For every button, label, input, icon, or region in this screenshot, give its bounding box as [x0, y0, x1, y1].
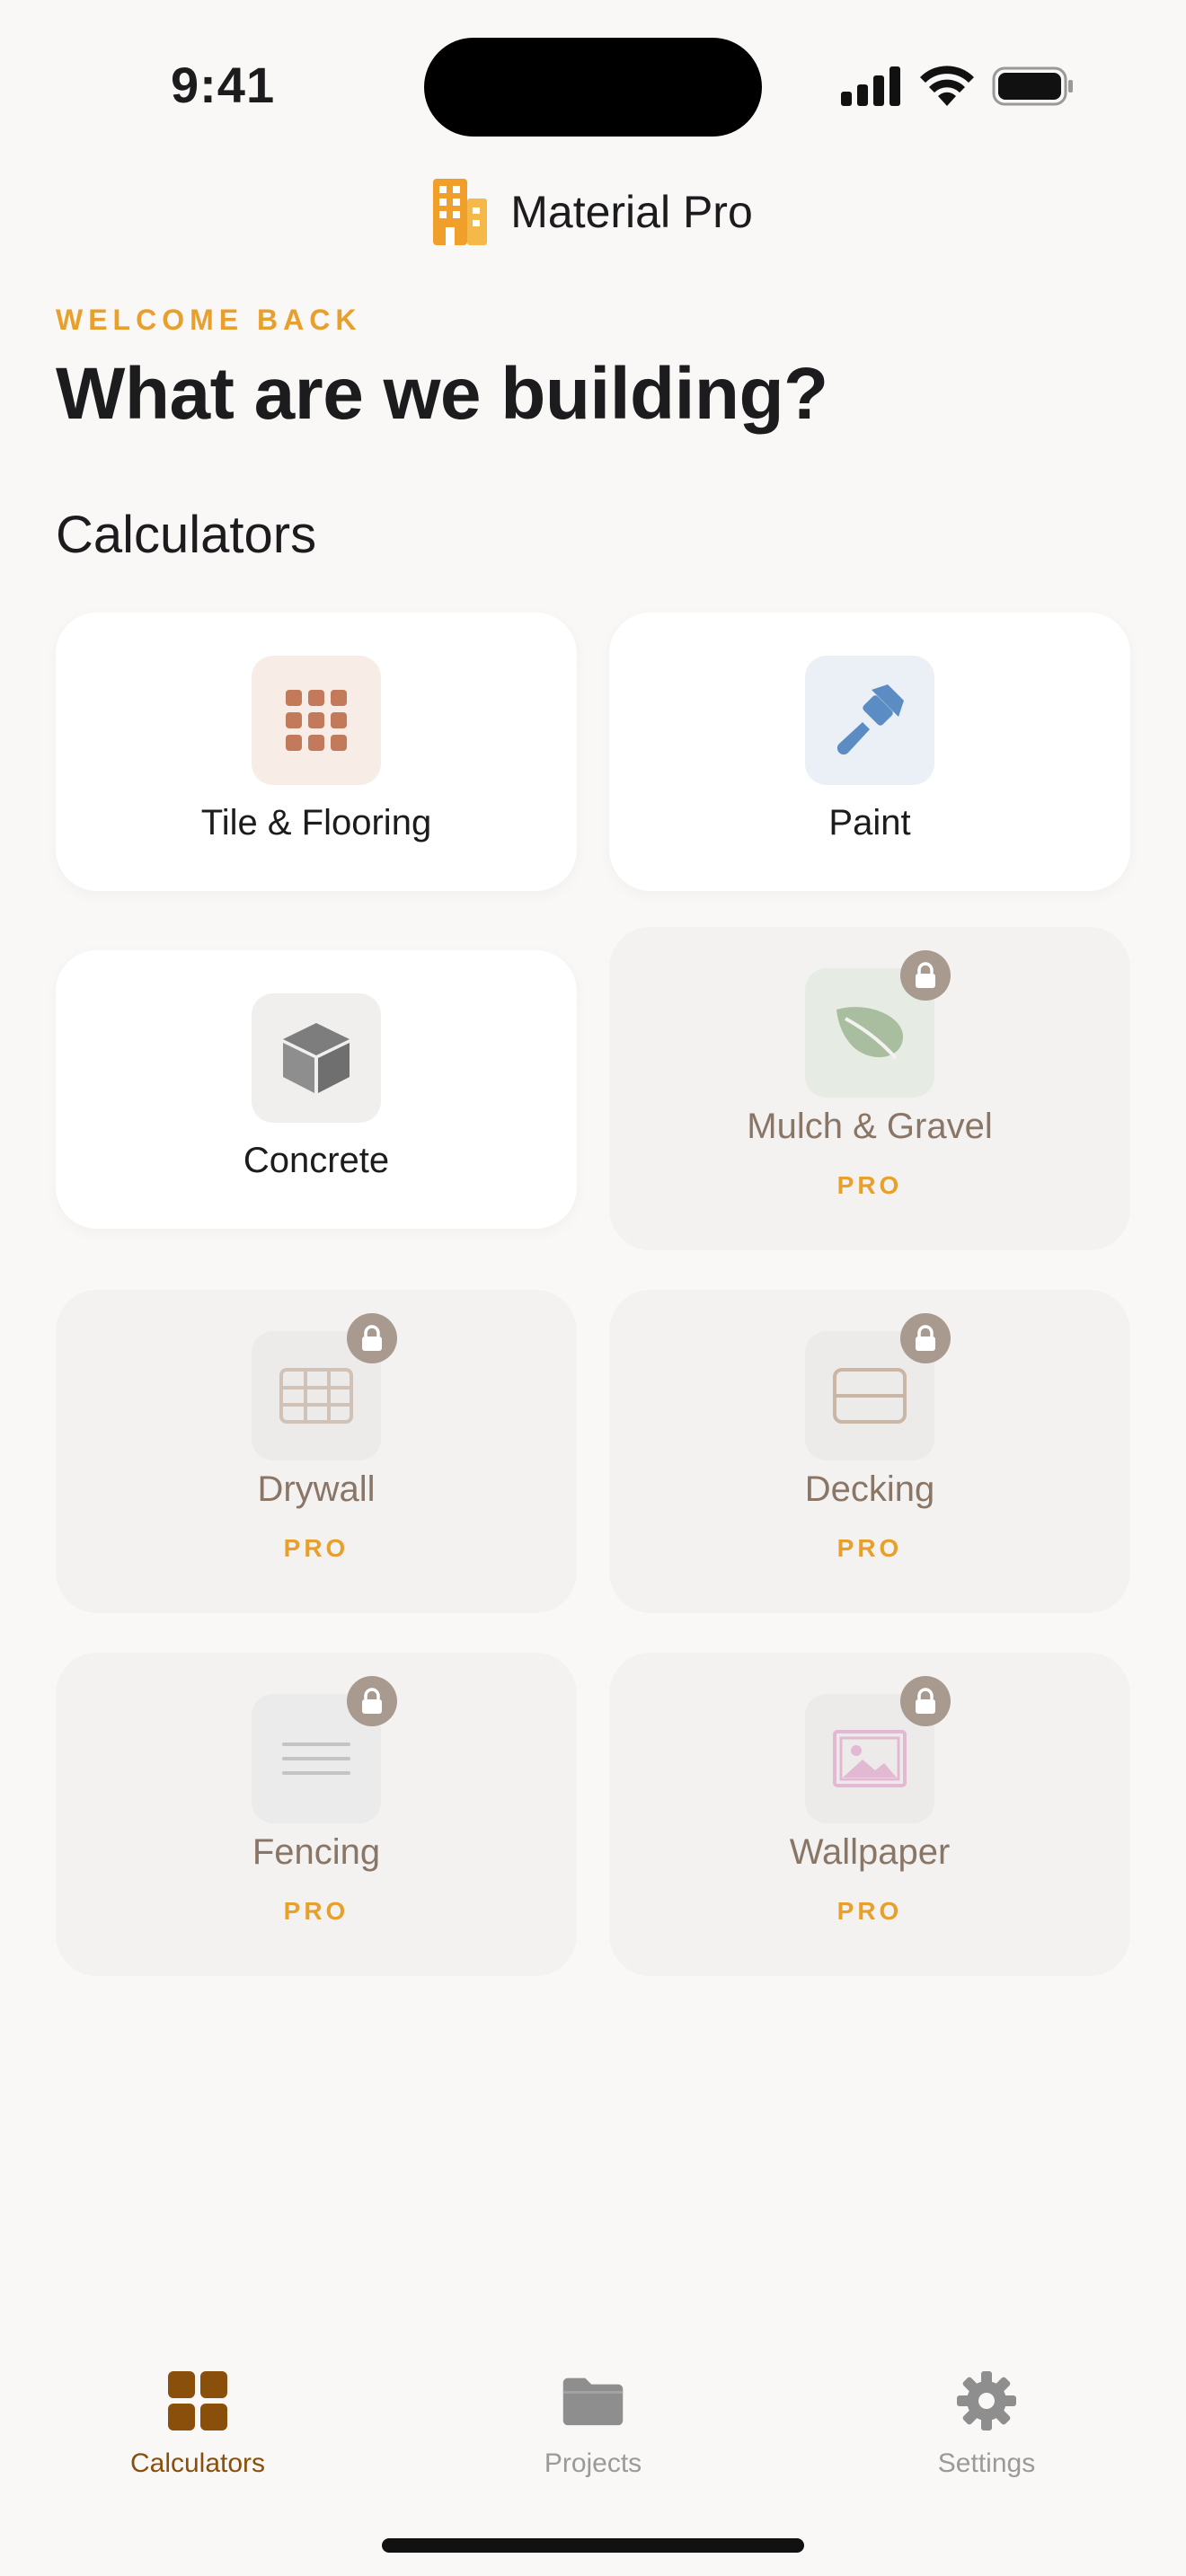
tab-projects[interactable]: Projects	[458, 2369, 728, 2504]
cellular-signal-icon	[841, 66, 902, 106]
lock-icon	[900, 950, 951, 1001]
tab-label: Calculators	[129, 2448, 266, 2478]
app-header: Material Pro	[0, 176, 1186, 248]
tab-label: Settings	[937, 2448, 1036, 2478]
status-bar: 9:41	[0, 0, 1186, 171]
battery-icon	[992, 66, 1073, 106]
status-time: 9:41	[171, 57, 276, 113]
pro-badge: PRO	[283, 1897, 350, 1925]
calculator-card-wallpaper[interactable]: Wallpaper PRO	[609, 1653, 1130, 1976]
calculator-label: Wallpaper	[789, 1832, 951, 1872]
calculator-card-concrete[interactable]: Concrete	[56, 950, 577, 1229]
calculator-label: Fencing	[252, 1832, 381, 1872]
calculator-card-decking[interactable]: Decking PRO	[609, 1290, 1130, 1613]
calculator-label: Concrete	[243, 1141, 390, 1180]
section-title-calculators: Calculators	[56, 506, 317, 564]
gear-icon	[957, 2371, 1016, 2430]
building-icon	[433, 179, 488, 245]
pro-badge: PRO	[836, 1897, 903, 1925]
cube-icon	[252, 993, 381, 1123]
calculator-card-mulch-gravel[interactable]: Mulch & Gravel PRO	[609, 927, 1130, 1250]
calculator-card-tile-flooring[interactable]: Tile & Flooring	[56, 613, 577, 891]
calculator-label: Drywall	[257, 1469, 376, 1509]
calculator-card-drywall[interactable]: Drywall PRO	[56, 1290, 577, 1613]
lock-icon	[900, 1313, 951, 1363]
lock-icon	[347, 1313, 397, 1363]
calculator-card-paint[interactable]: Paint	[609, 613, 1130, 891]
calculator-card-fencing[interactable]: Fencing PRO	[56, 1653, 577, 1976]
pro-badge: PRO	[836, 1171, 903, 1199]
page-headline: What are we building?	[56, 353, 828, 435]
calculator-label: Decking	[804, 1469, 935, 1509]
home-indicator[interactable]	[382, 2538, 804, 2553]
grid-icon	[168, 2371, 227, 2430]
calculator-label: Tile & Flooring	[200, 803, 432, 842]
tab-bar: Calculators Projects Settings	[0, 2353, 1186, 2533]
tab-settings[interactable]: Settings	[852, 2369, 1121, 2504]
tab-calculators[interactable]: Calculators	[63, 2369, 332, 2504]
lock-icon	[900, 1676, 951, 1726]
tile-grid-icon	[252, 656, 381, 785]
pro-badge: PRO	[283, 1534, 350, 1562]
folder-icon	[562, 2378, 624, 2426]
paint-brush-icon	[805, 656, 934, 785]
dynamic-island	[424, 38, 762, 137]
calculator-label: Mulch & Gravel	[747, 1107, 993, 1146]
welcome-label: WELCOME BACK	[56, 304, 362, 336]
tab-label: Projects	[544, 2448, 642, 2478]
app-title: Material Pro	[510, 187, 753, 237]
calculator-label: Paint	[828, 803, 911, 842]
wifi-icon	[920, 66, 974, 106]
pro-badge: PRO	[836, 1534, 903, 1562]
lock-icon	[347, 1676, 397, 1726]
